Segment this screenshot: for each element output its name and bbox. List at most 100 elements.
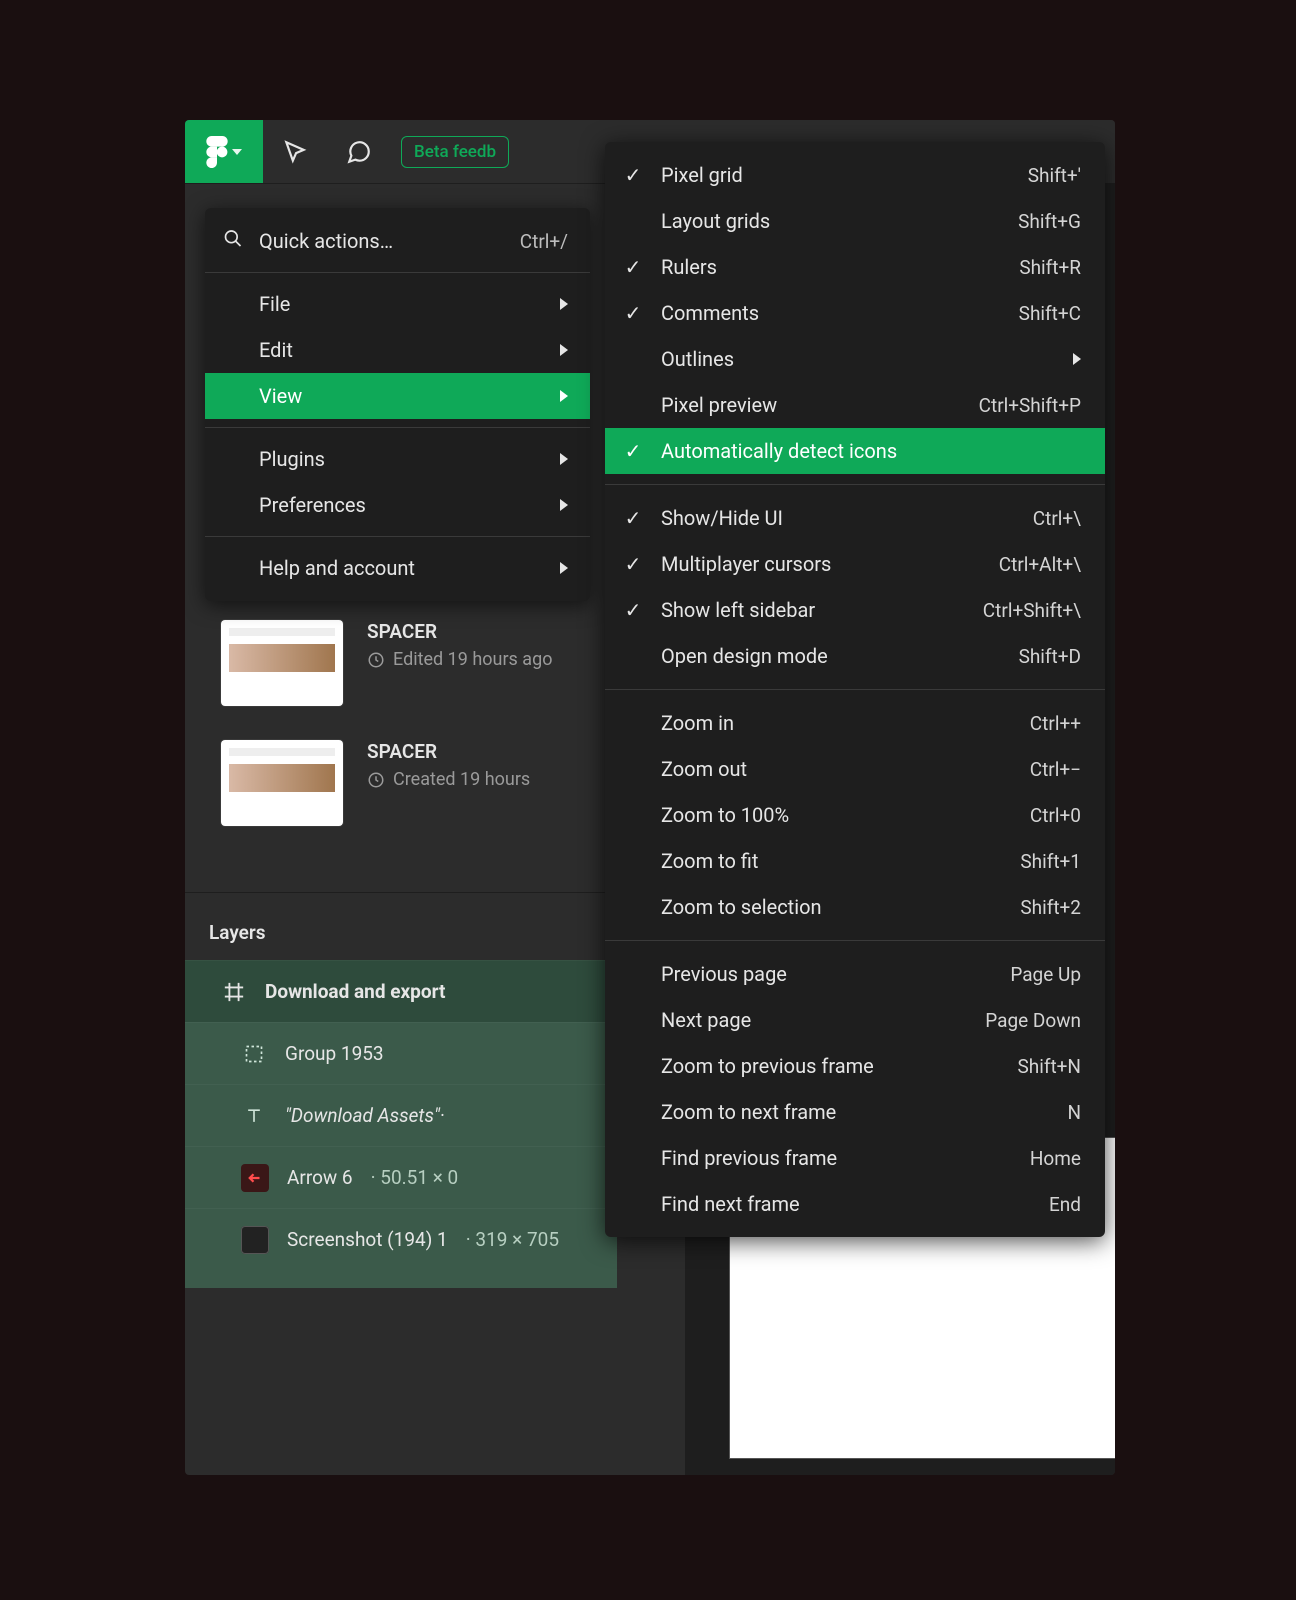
menu-shortcut: Ctrl+Shift+P [979, 394, 1081, 417]
menu-label: Quick actions… [259, 229, 520, 253]
chevron-right-icon [560, 298, 568, 310]
menu-shortcut: N [1067, 1101, 1081, 1124]
menu-shortcut: Page Up [1010, 963, 1081, 986]
main-menu-dropdown: Quick actions… Ctrl+/ File Edit View Plu… [205, 208, 590, 601]
move-tool-button[interactable] [263, 120, 327, 183]
layer-dimensions: · 319 × 705 [466, 1228, 559, 1251]
menu-separator [205, 427, 590, 428]
check-icon: ✓ [623, 439, 643, 463]
menu-item-zoom-in[interactable]: Zoom in Ctrl++ [605, 700, 1105, 746]
menu-item-zoom-to-fit[interactable]: Zoom to fit Shift+1 [605, 838, 1105, 884]
menu-label: Show left sidebar [661, 598, 983, 622]
menu-label: File [259, 292, 560, 316]
menu-item-zoom-to-selection[interactable]: Zoom to selection Shift+2 [605, 884, 1105, 930]
menu-item-find-previous-frame[interactable]: Find previous frame Home [605, 1135, 1105, 1181]
menu-shortcut: Ctrl++ [1030, 712, 1081, 735]
menu-label: Show/Hide UI [661, 506, 1033, 530]
menu-shortcut: Shift+C [1019, 302, 1081, 325]
menu-shortcut: Shift+R [1019, 256, 1081, 279]
layer-row[interactable]: Arrow 6 · 50.51 × 0 [185, 1146, 617, 1208]
menu-item-zoom-100[interactable]: Zoom to 100% Ctrl+0 [605, 792, 1105, 838]
menu-item-zoom-out[interactable]: Zoom out Ctrl+− [605, 746, 1105, 792]
menu-label: Find next frame [661, 1192, 1049, 1216]
menu-help[interactable]: Help and account [205, 545, 590, 591]
check-icon: ✓ [623, 163, 643, 187]
chevron-right-icon [560, 344, 568, 356]
menu-item-show-left-sidebar[interactable]: ✓ Show left sidebar Ctrl+Shift+\ [605, 587, 1105, 633]
layer-name: Download and export [265, 980, 445, 1003]
file-card[interactable]: SPACER Created 19 hours [221, 740, 617, 826]
beta-feedback-button[interactable]: Beta feedb [401, 136, 509, 168]
frame-icon [221, 979, 247, 1005]
menu-label: Pixel preview [661, 393, 979, 417]
menu-shortcut: Shift+D [1019, 645, 1081, 668]
menu-separator [605, 940, 1105, 941]
menu-label: Outlines [661, 347, 1073, 371]
file-thumbnail [221, 620, 343, 706]
menu-shortcut: Ctrl+\ [1033, 507, 1081, 530]
arrow-left-icon [241, 1164, 269, 1192]
file-thumbnail [221, 740, 343, 826]
menu-shortcut: Ctrl+Alt+\ [999, 553, 1081, 576]
menu-shortcut: Ctrl+Shift+\ [983, 599, 1081, 622]
menu-quick-actions[interactable]: Quick actions… Ctrl+/ [205, 218, 590, 264]
chevron-right-icon [560, 390, 568, 402]
menu-item-find-next-frame[interactable]: Find next frame End [605, 1181, 1105, 1227]
file-card[interactable]: SPACER Edited 19 hours ago [221, 620, 617, 706]
menu-item-multiplayer-cursors[interactable]: ✓ Multiplayer cursors Ctrl+Alt+\ [605, 541, 1105, 587]
menu-view[interactable]: View [205, 373, 590, 419]
view-submenu: ✓ Pixel grid Shift+' Layout grids Shift+… [605, 142, 1105, 1237]
menu-item-rulers[interactable]: ✓ Rulers Shift+R [605, 244, 1105, 290]
menu-plugins[interactable]: Plugins [205, 436, 590, 482]
menu-item-pixel-grid[interactable]: ✓ Pixel grid Shift+' [605, 152, 1105, 198]
menu-label: Zoom to previous frame [661, 1054, 1017, 1078]
menu-item-auto-detect-icons[interactable]: ✓ Automatically detect icons [605, 428, 1105, 474]
chevron-down-icon [232, 149, 242, 155]
layer-row[interactable]: "Download Assets"· [185, 1084, 617, 1146]
menu-item-show-hide-ui[interactable]: ✓ Show/Hide UI Ctrl+\ [605, 495, 1105, 541]
cursor-icon [282, 139, 308, 165]
menu-label: Zoom to fit [661, 849, 1020, 873]
text-icon [241, 1103, 267, 1129]
layer-name: Screenshot (194) 1 [287, 1228, 448, 1251]
check-icon: ✓ [623, 301, 643, 325]
layer-row[interactable]: Download and export [185, 960, 617, 1022]
menu-label: Plugins [259, 447, 560, 471]
menu-item-comments[interactable]: ✓ Comments Shift+C [605, 290, 1105, 336]
comment-tool-button[interactable] [327, 120, 391, 183]
layers-panel: Download and export Group 1953 "Download… [185, 960, 617, 1288]
check-icon: ✓ [623, 506, 643, 530]
group-icon [241, 1041, 267, 1067]
menu-item-open-design-mode[interactable]: Open design mode Shift+D [605, 633, 1105, 679]
figma-menu-button[interactable] [185, 120, 263, 183]
menu-shortcut: Home [1030, 1147, 1081, 1170]
menu-file[interactable]: File [205, 281, 590, 327]
search-icon [223, 229, 243, 254]
menu-label: Zoom to selection [661, 895, 1020, 919]
menu-item-outlines[interactable]: Outlines [605, 336, 1105, 382]
menu-edit[interactable]: Edit [205, 327, 590, 373]
layer-row[interactable]: Screenshot (194) 1 · 319 × 705 [185, 1208, 617, 1270]
menu-item-zoom-next-frame[interactable]: Zoom to next frame N [605, 1089, 1105, 1135]
menu-item-layout-grids[interactable]: Layout grids Shift+G [605, 198, 1105, 244]
file-subtitle: Created 19 hours [367, 769, 530, 790]
menu-item-next-page[interactable]: Next page Page Down [605, 997, 1105, 1043]
menu-shortcut: Page Down [985, 1009, 1081, 1032]
menu-shortcut: Shift+2 [1020, 896, 1081, 919]
history-icon [367, 651, 385, 669]
menu-shortcut: End [1049, 1193, 1081, 1216]
menu-item-previous-page[interactable]: Previous page Page Up [605, 951, 1105, 997]
menu-separator [205, 536, 590, 537]
figma-logo-icon [206, 136, 228, 168]
menu-shortcut: Shift+N [1017, 1055, 1081, 1078]
layer-row[interactable]: Group 1953 [185, 1022, 617, 1084]
menu-label: Zoom out [661, 757, 1030, 781]
file-subtitle: Edited 19 hours ago [367, 649, 552, 670]
menu-item-pixel-preview[interactable]: Pixel preview Ctrl+Shift+P [605, 382, 1105, 428]
menu-preferences[interactable]: Preferences [205, 482, 590, 528]
menu-shortcut: Shift+1 [1020, 850, 1081, 873]
menu-item-zoom-previous-frame[interactable]: Zoom to previous frame Shift+N [605, 1043, 1105, 1089]
menu-label: Layout grids [661, 209, 1018, 233]
menu-shortcut: Ctrl+/ [520, 230, 568, 253]
menu-label: Zoom to next frame [661, 1100, 1067, 1124]
